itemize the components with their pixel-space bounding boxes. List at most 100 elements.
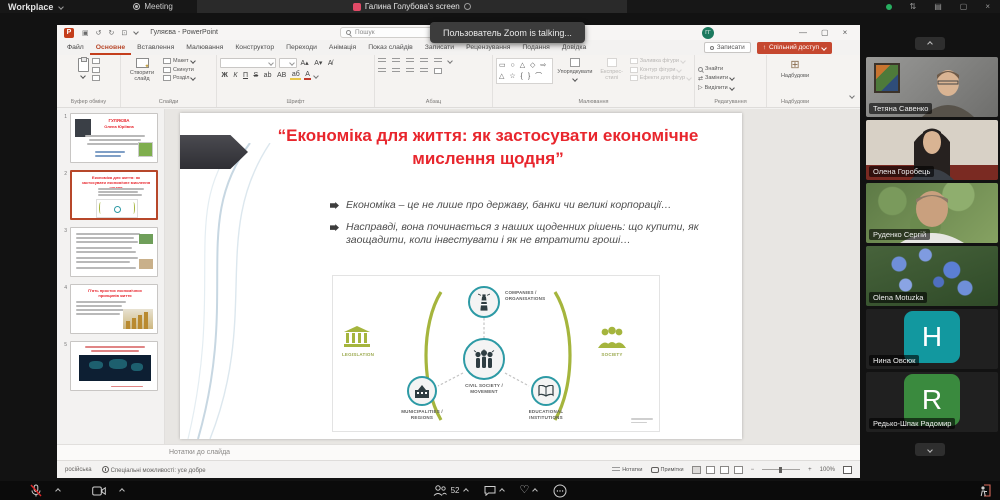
columns-icon[interactable] <box>434 68 442 74</box>
numbering-icon[interactable] <box>392 58 400 64</box>
language-indicator[interactable]: російська <box>65 467 92 473</box>
share-stats-icon[interactable]: ⇅ <box>910 2 917 11</box>
align-right-icon[interactable] <box>406 68 414 74</box>
participant-tile-1[interactable]: Тетяна Савенко <box>866 57 998 117</box>
decrease-indent-icon[interactable] <box>406 58 414 64</box>
chat-button[interactable] <box>484 485 505 496</box>
participants-chevron[interactable] <box>462 487 469 494</box>
participant-tile-3[interactable]: Руденко Сергій <box>866 183 998 243</box>
decrease-font-icon[interactable]: А▾ <box>313 59 324 67</box>
format-painter-icon[interactable] <box>91 75 100 81</box>
slide-thumbnail-5[interactable] <box>70 341 158 391</box>
notes-pane[interactable]: Нотатки до слайда <box>57 444 860 460</box>
accessibility-status[interactable]: Спеціальні можливості: усе добре <box>101 465 206 474</box>
font-color-button[interactable]: А <box>303 71 312 80</box>
reset-button[interactable]: Скинути <box>163 66 195 73</box>
highlight-color-button[interactable]: аб <box>290 71 302 80</box>
more-button[interactable] <box>553 484 567 498</box>
tab-file[interactable]: Файл <box>61 40 90 55</box>
tab-slideshow[interactable]: Показ слайдів <box>362 40 419 55</box>
slide-thumbnail-3[interactable] <box>70 227 158 277</box>
arrange-button[interactable]: Упорядкувати <box>556 58 593 82</box>
share-button[interactable]: ↑ Спільний доступ <box>756 41 832 54</box>
tab-home[interactable]: Основне <box>90 40 131 55</box>
slide-thumbnail-4[interactable]: П'ять простих економічних принципів житт… <box>70 284 158 334</box>
ppt-close-icon[interactable]: × <box>843 28 848 37</box>
collapse-ribbon-icon[interactable] <box>849 85 855 103</box>
align-center-icon[interactable] <box>392 68 400 74</box>
shape-fill-button[interactable]: Заливка фігури <box>629 58 691 64</box>
shape-outline-button[interactable]: Контур фігури <box>629 66 691 73</box>
record-button[interactable]: Записати <box>703 42 751 53</box>
section-button[interactable]: Розділ <box>163 75 197 81</box>
new-slide-button[interactable]: Створити слайд <box>124 58 160 82</box>
zoom-out-button[interactable]: − <box>751 467 755 473</box>
zoom-slider-thumb[interactable] <box>779 466 782 473</box>
increase-font-icon[interactable]: А▴ <box>299 59 310 67</box>
ppt-minimize-icon[interactable]: — <box>799 28 807 37</box>
slideshow-icon[interactable]: ⊡ <box>121 29 127 37</box>
find-button[interactable]: Знайти <box>698 66 723 72</box>
comments-toggle-button[interactable]: Примітки <box>650 466 684 473</box>
strikethrough-button[interactable]: S <box>252 72 260 79</box>
reactions-button[interactable]: ♡ <box>520 485 539 496</box>
tab-draw[interactable]: Малювання <box>180 40 229 55</box>
clear-format-icon[interactable]: А̸ <box>326 60 334 67</box>
italic-button[interactable]: К <box>232 72 239 79</box>
normal-view-button[interactable] <box>691 465 701 474</box>
slide-thumbnail-2-selected[interactable]: Економіка для життя: як застосувати екон… <box>70 170 158 220</box>
fit-slide-button[interactable] <box>843 465 852 474</box>
zoom-level[interactable]: 100% <box>820 467 835 473</box>
undo-icon[interactable]: ↺ <box>96 29 102 37</box>
font-size-select[interactable] <box>278 58 297 68</box>
notes-toggle-button[interactable]: Нотатки <box>612 466 643 473</box>
cut-icon[interactable] <box>91 58 100 64</box>
scroll-participants-up-button[interactable] <box>915 37 945 50</box>
layout-button[interactable]: Макет <box>163 58 196 64</box>
slide-thumbnail-1[interactable]: ГУЛЯЄВА Олена Юріївна <box>70 113 158 163</box>
maximize-window-icon[interactable]: ▢ <box>960 2 968 11</box>
line-spacing-icon[interactable] <box>434 58 442 64</box>
leave-meeting-button[interactable] <box>979 484 992 497</box>
tab-insert[interactable]: Вставлення <box>131 40 180 55</box>
participant-tile-6[interactable]: R Редько-Шпак Радомир <box>866 372 998 432</box>
char-spacing-button[interactable]: АВ <box>275 72 287 79</box>
reading-view-button[interactable] <box>719 465 729 474</box>
tab-transitions[interactable]: Переходи <box>280 40 323 55</box>
participant-tile-2[interactable]: Олена Горобець <box>866 120 998 180</box>
justify-icon[interactable] <box>420 68 428 74</box>
reactions-chevron[interactable] <box>532 487 539 494</box>
tab-shared-screen[interactable]: Галина Голубова's screen <box>196 0 627 13</box>
redo-icon[interactable]: ↻ <box>109 29 115 37</box>
paste-button[interactable] <box>77 57 89 79</box>
addins-button[interactable]: ⊞ Надбудови <box>781 58 809 79</box>
close-window-icon[interactable]: × <box>985 2 990 11</box>
align-left-icon[interactable] <box>378 68 386 74</box>
participants-button[interactable]: 52 <box>433 485 469 496</box>
quick-styles-button[interactable]: Експрес-стилі <box>597 58 627 81</box>
view-layout-icon[interactable]: ▤ <box>934 2 942 11</box>
zoom-in-button[interactable]: + <box>808 467 812 473</box>
shape-effects-button[interactable]: Ефекти для фігур <box>629 75 692 81</box>
ppt-restore-icon[interactable]: ▢ <box>821 28 829 37</box>
save-icon[interactable]: ▣ <box>82 29 89 37</box>
underline-button[interactable]: П <box>241 72 249 79</box>
text-shadow-button[interactable]: ab <box>262 72 273 79</box>
current-slide[interactable]: “Економіка для життя: як застосувати еко… <box>180 113 742 439</box>
select-button[interactable]: ▷ Виділити <box>698 84 735 91</box>
account-avatar[interactable]: ГГ <box>702 26 714 39</box>
replace-button[interactable]: ⇄ Замінити <box>698 75 735 82</box>
participant-tile-4[interactable]: Olena Motuzka <box>866 246 998 306</box>
chat-chevron[interactable] <box>498 487 505 494</box>
bold-button[interactable]: Ж <box>220 72 229 79</box>
slide-sorter-view-button[interactable] <box>705 465 715 474</box>
bullets-icon[interactable] <box>378 58 386 64</box>
qat-chevron-icon[interactable] <box>133 28 140 37</box>
font-name-select[interactable] <box>220 58 276 68</box>
increase-indent-icon[interactable] <box>420 58 428 64</box>
shapes-gallery[interactable]: ▭ ○ △ ◇ ⇨ △ ☆ { } ⌒ <box>496 58 554 84</box>
search-input[interactable]: Пошук <box>340 27 440 38</box>
tab-design[interactable]: Конструктор <box>229 40 280 55</box>
tab-animations[interactable]: Анімація <box>323 40 362 55</box>
scroll-participants-down-button[interactable] <box>915 443 945 456</box>
